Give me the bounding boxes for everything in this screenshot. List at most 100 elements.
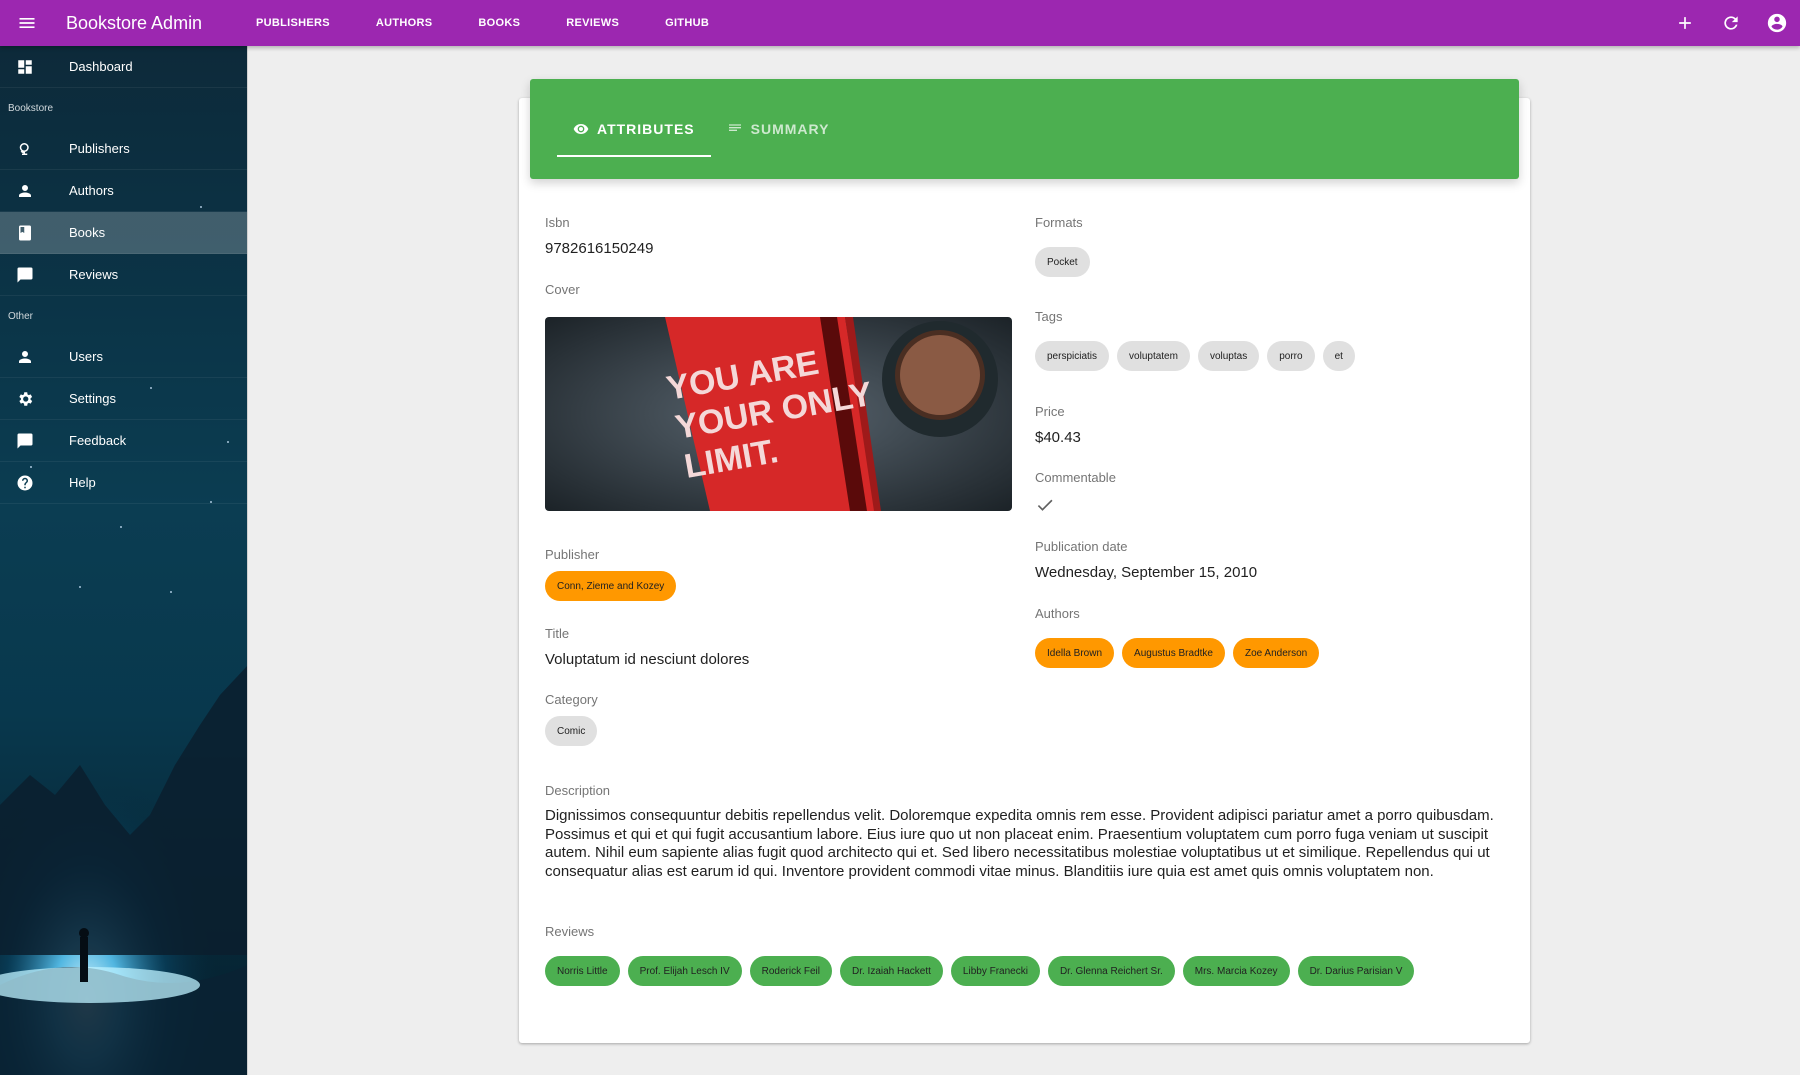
commentable-check-icon — [1035, 495, 1055, 520]
sidebar-item-reviews[interactable]: Reviews — [0, 254, 247, 296]
tag-chip: voluptas — [1197, 341, 1260, 371]
publisher-chips: Conn, Zieme and Kozey — [545, 571, 684, 601]
review-chip[interactable]: Dr. Glenna Reichert Sr. — [1047, 956, 1175, 986]
tag-chip: perspiciatis — [1035, 341, 1110, 371]
tag-chip: et — [1322, 341, 1355, 371]
publication-date-label: Publication date — [1035, 539, 1128, 554]
sidebar-item-books[interactable]: Books — [0, 212, 247, 254]
nav-reviews[interactable]: REVIEWS — [566, 17, 619, 29]
help-icon — [0, 474, 50, 492]
comment-icon — [0, 266, 50, 284]
sidebar-item-settings[interactable]: Settings — [0, 378, 247, 420]
sidebar-item-label: Feedback — [69, 433, 127, 448]
section-heading-other: Other — [8, 310, 34, 322]
eye-icon — [573, 121, 589, 137]
nav-publishers[interactable]: PUBLISHERS — [256, 17, 330, 29]
review-chip[interactable]: Mrs. Marcia Kozey — [1182, 956, 1290, 986]
sidebar-item-users[interactable]: Users — [0, 336, 247, 378]
plus-icon — [1679, 17, 1691, 29]
review-chip[interactable]: Roderick Feil — [749, 956, 832, 986]
dashboard-icon — [0, 58, 50, 76]
nav-github[interactable]: GITHUB — [665, 17, 709, 29]
sidebar-item-label: Authors — [69, 183, 114, 198]
sidebar-item-label: Dashboard — [69, 59, 133, 74]
nav-books[interactable]: BOOKS — [478, 17, 520, 29]
sidebar: Dashboard Bookstore Publishers Authors B… — [0, 46, 248, 1075]
review-chip[interactable]: Libby Franecki — [950, 956, 1040, 986]
author-chip[interactable]: Zoe Anderson — [1232, 638, 1320, 668]
sidebar-item-label: Users — [69, 349, 103, 364]
format-chip: Pocket — [1035, 247, 1090, 277]
sidebar-item-label: Help — [69, 475, 96, 490]
sidebar-item-publishers[interactable]: Publishers — [0, 128, 247, 170]
hamburger-icon — [19, 18, 35, 28]
sidebar-item-help[interactable]: Help — [0, 462, 247, 504]
tab-summary-label: SUMMARY — [750, 121, 830, 137]
person-icon — [0, 348, 50, 366]
tab-attributes-label: ATTRIBUTES — [597, 121, 695, 137]
refresh-icon — [1724, 16, 1738, 30]
sidebar-item-authors[interactable]: Authors — [0, 170, 247, 212]
book-icon — [0, 224, 50, 242]
account-circle-icon — [1767, 13, 1787, 33]
top-nav: PUBLISHERS AUTHORS BOOKS REVIEWS GITHUB — [256, 17, 755, 29]
cover-image: YOU ARE YOUR ONLY LIMIT. — [545, 317, 1012, 511]
author-chip[interactable]: Idella Brown — [1035, 638, 1115, 668]
refresh-button[interactable] — [1708, 0, 1754, 46]
price-value: $40.43 — [1035, 429, 1081, 446]
add-button[interactable] — [1662, 0, 1708, 46]
category-chips: Comic — [545, 716, 605, 746]
tags-label: Tags — [1035, 309, 1063, 324]
sidebar-item-dashboard[interactable]: Dashboard — [0, 46, 247, 88]
publisher-label: Publisher — [545, 547, 600, 562]
sidebar-item-feedback[interactable]: Feedback — [0, 420, 247, 462]
section-heading-bookstore: Bookstore — [8, 102, 54, 114]
title-value: Voluptatum id nesciunt dolores — [545, 651, 750, 668]
menu-toggle-button[interactable] — [0, 0, 54, 46]
star-decoration — [170, 591, 172, 593]
title-label: Title — [545, 626, 570, 641]
tab-summary[interactable]: SUMMARY — [711, 107, 846, 151]
description-value: Dignissimos consequuntur debitis repelle… — [545, 807, 1494, 880]
price-label: Price — [1035, 404, 1065, 419]
gear-icon — [0, 390, 50, 408]
isbn-value: 9782616150249 — [545, 240, 654, 257]
app-title: Bookstore Admin — [66, 12, 203, 33]
nav-authors[interactable]: AUTHORS — [376, 17, 433, 29]
tab-attributes[interactable]: ATTRIBUTES — [557, 107, 711, 157]
sidebar-item-label: Books — [69, 225, 106, 240]
feedback-icon — [0, 432, 50, 450]
review-chip[interactable]: Dr. Izaiah Hackett — [839, 956, 943, 986]
publication-date-value: Wednesday, September 15, 2010 — [1035, 564, 1258, 581]
category-chip: Comic — [545, 716, 598, 746]
reviews-chips: Norris Little Prof. Elijah Lesch IV Rode… — [545, 956, 1422, 986]
sidebar-item-label: Publishers — [69, 141, 130, 156]
authors-chips: Idella Brown Augustus Bradtke Zoe Anders… — [1035, 638, 1327, 668]
review-chip[interactable]: Norris Little — [545, 956, 620, 986]
night-landscape-illustration — [0, 655, 247, 1075]
cover-label: Cover — [545, 282, 580, 297]
formats-chips: Pocket — [1035, 247, 1098, 277]
cover-image-illustration: YOU ARE YOUR ONLY LIMIT. — [545, 317, 1012, 511]
category-label: Category — [545, 692, 598, 707]
authors-label: Authors — [1035, 606, 1080, 621]
description-label: Description — [545, 783, 611, 798]
publisher-chip[interactable]: Conn, Zieme and Kozey — [545, 571, 677, 601]
commentable-label: Commentable — [1035, 470, 1116, 485]
sidebar-menu: Dashboard Bookstore Publishers Authors B… — [0, 46, 247, 504]
author-chip[interactable]: Augustus Bradtke — [1122, 638, 1225, 668]
globe-icon — [0, 140, 50, 158]
star-decoration — [120, 526, 122, 528]
sidebar-item-label: Reviews — [69, 267, 119, 282]
account-button[interactable] — [1754, 0, 1800, 46]
review-chip[interactable]: Prof. Elijah Lesch IV — [627, 956, 742, 986]
review-chip[interactable]: Dr. Darius Parisian V — [1297, 956, 1415, 986]
tag-chip: porro — [1267, 341, 1315, 371]
app-bar: Bookstore Admin PUBLISHERS AUTHORS BOOKS… — [0, 0, 1800, 46]
sidebar-item-label: Settings — [69, 391, 116, 406]
tag-chip: voluptatem — [1117, 341, 1190, 371]
tags-chips: perspiciatis voluptatem voluptas porro e… — [1035, 341, 1363, 371]
star-decoration — [79, 586, 81, 588]
isbn-label: Isbn — [545, 215, 570, 230]
notes-icon — [727, 121, 743, 137]
